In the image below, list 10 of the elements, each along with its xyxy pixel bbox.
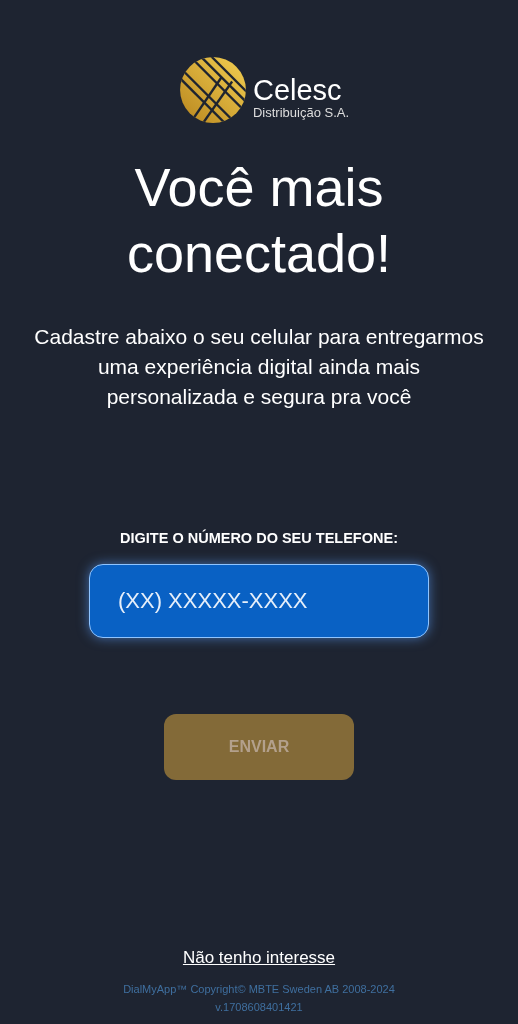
logo-subtitle: Distribuição S.A. [252, 104, 350, 120]
phone-input-field[interactable]: (XX) XXXXX-XXXX [89, 564, 429, 638]
copyright-text: DialMyApp™ Copyright© MBTE Sweden AB 2008-2024 [123, 982, 395, 997]
description: Cadastre abaixo o seu celular para entregarmos uma experiência digital ainda mais personalizada e segura pra você [34, 324, 484, 410]
version-text: v.1708608401421 [215, 1000, 303, 1015]
field-label: DIGITE O NÚMERO DO SEU TELEFONE: [120, 530, 398, 546]
page-title: Você mais conectado! [125, 156, 393, 285]
decline-link[interactable]: Não tenho interesse [182, 948, 336, 968]
logo-name: Celesc [252, 74, 343, 105]
logo-icon [178, 56, 247, 124]
